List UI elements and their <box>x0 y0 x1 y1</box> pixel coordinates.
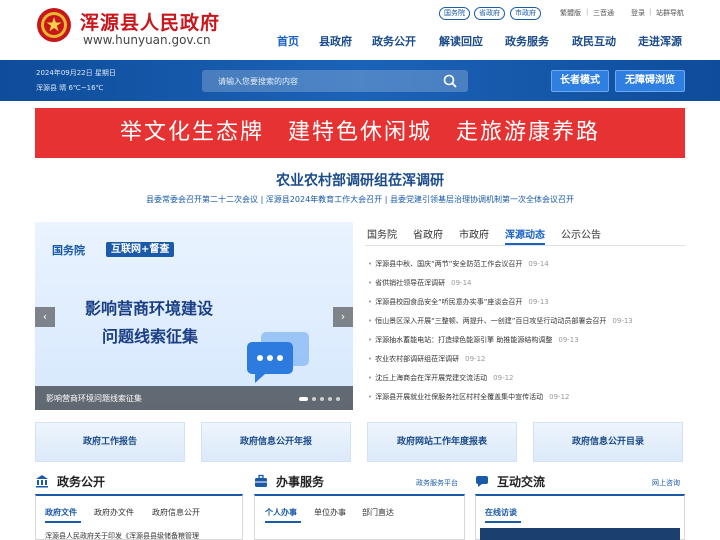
subtab-indicator <box>45 521 81 523</box>
news-item[interactable]: • 浑源县开展就业社保服务社区村村全覆盖集中宣传活动 09-12 <box>368 392 569 402</box>
carousel-tag-internet-inspection: 互联网+督查 <box>106 242 175 257</box>
slogan-text: 举文化生态牌 建特色休闲城 走旅游康养路 <box>119 120 600 145</box>
site-title[interactable]: 浑源县人民政府 <box>80 8 220 35</box>
news-item[interactable]: • 省供销社领导莅浑调研 09-14 <box>368 278 471 288</box>
interview-thumbnail[interactable] <box>480 528 680 540</box>
carousel-dot[interactable] <box>336 397 340 401</box>
search-input[interactable] <box>218 70 438 92</box>
nav-county-gov[interactable]: 县政府 <box>319 33 352 49</box>
news-tab-province[interactable]: 省政府 <box>413 226 443 241</box>
search-icon[interactable] <box>440 72 460 90</box>
active-tab-indicator <box>505 243 545 245</box>
news-item[interactable]: • 浑源县校园食品安全“听民意办实事”座谈会召开 09-13 <box>368 297 549 307</box>
carousel-next-button[interactable]: › <box>333 307 353 327</box>
carousel-dot[interactable] <box>328 397 332 401</box>
utility-separator: | <box>649 8 652 16</box>
section-title-services: 办事服务 <box>276 475 325 489</box>
gov-service-platform-link[interactable]: 政务服务平台 <box>416 478 458 488</box>
weather-info: 浑源县 晴 6℃~16℃ <box>36 84 104 92</box>
utility-separator: | <box>586 8 589 16</box>
nav-services[interactable]: 政务服务 <box>505 33 549 49</box>
audio-reader-link[interactable]: 三音通 <box>593 8 614 18</box>
subtab-indicator <box>485 521 521 523</box>
website-annual-report-button[interactable]: 政府网站工作年度报表 <box>367 422 517 462</box>
carousel-dot[interactable] <box>320 397 324 401</box>
gov-open-first-item[interactable]: 浑源县人民政府关于印发《浑源县县级储备粮管理 <box>45 531 199 540</box>
news-item[interactable]: • 农业农村部调研组莅浑调研 09-12 <box>368 354 485 364</box>
subtab-department-direct[interactable]: 部门直达 <box>362 507 394 518</box>
nav-interpretation[interactable]: 解读回应 <box>439 33 483 49</box>
gov-work-report-button[interactable]: 政府工作报告 <box>35 422 185 462</box>
top-link-state-council[interactable]: 国务院 <box>439 7 470 20</box>
carousel-prev-button[interactable]: ‹ <box>35 307 55 327</box>
online-consult-link[interactable]: 网上咨询 <box>652 478 680 488</box>
news-item[interactable]: • 沈丘上海商会在浑开展党建交流活动 09-12 <box>368 373 513 383</box>
tabs-divider <box>365 245 685 246</box>
site-group-nav-link[interactable]: 站群导航 <box>656 8 684 18</box>
national-emblem-icon <box>37 8 71 42</box>
accessible-browse-button[interactable]: 无障碍浏览 <box>615 70 685 92</box>
news-tab-state-council[interactable]: 国务院 <box>367 226 397 241</box>
section-title-gov-open: 政务公开 <box>57 475 106 489</box>
nav-about-hunyuan[interactable]: 走进浑源 <box>638 33 682 49</box>
nav-home[interactable]: 首页 <box>277 33 299 49</box>
site-domain: www.hunyuan.gov.cn <box>83 33 211 47</box>
nav-gov-affairs[interactable]: 政务公开 <box>372 33 416 49</box>
nav-interaction[interactable]: 政民互动 <box>572 33 616 49</box>
subtab-info-disclosure[interactable]: 政府信息公开 <box>152 507 200 518</box>
news-tab-hunyuan[interactable]: 浑源动态 <box>505 226 545 241</box>
subtab-indicator <box>265 521 301 523</box>
subtab-office-documents[interactable]: 政府办文件 <box>94 507 134 518</box>
carousel-tag-state-council: 国务院 <box>52 244 85 257</box>
carousel-title-line2: 问题线索征集 <box>102 327 199 346</box>
top-link-city[interactable]: 市政府 <box>510 7 541 20</box>
traditional-chinese-link[interactable]: 繁體版 <box>560 8 581 18</box>
carousel-title-line1: 影响营商环境建设 <box>85 299 214 318</box>
carousel-dot-active[interactable] <box>299 397 308 401</box>
info-disclosure-catalog-button[interactable]: 政府信息公开目录 <box>533 422 683 462</box>
current-date: 2024年09月22日 星期日 <box>36 69 116 77</box>
headline-subline[interactable]: 县委常委会召开第二十二次会议 | 浑源县2024年教育工作大会召开 | 县委党建… <box>0 194 720 205</box>
carousel-caption[interactable]: 影响营商环境问题线索征集 <box>46 393 142 404</box>
gov-building-icon <box>36 475 48 488</box>
section-title-interaction: 互动交流 <box>497 475 546 489</box>
carousel-dot[interactable] <box>312 397 316 401</box>
news-item[interactable]: • 浑源抽水蓄能电站：打造绿色能源引擎 助推能源结构调整 09-13 <box>368 335 579 345</box>
login-link[interactable]: 登录 <box>631 8 645 18</box>
subtab-online-interview[interactable]: 在线访谈 <box>485 507 517 518</box>
top-link-province[interactable]: 省政府 <box>474 7 505 20</box>
info-disclosure-annual-report-button[interactable]: 政府信息公开年报 <box>201 422 351 462</box>
news-item[interactable]: • 浑源县中秋、国庆“两节”安全防范工作会议召开 09-14 <box>368 259 549 269</box>
subtab-gov-documents[interactable]: 政府文件 <box>45 507 77 518</box>
briefcase-icon <box>255 474 267 487</box>
chat-bubble-icon <box>247 332 309 383</box>
news-tab-city[interactable]: 市政府 <box>459 226 489 241</box>
chat-icon <box>476 476 488 487</box>
news-tab-notices[interactable]: 公示公告 <box>561 226 601 241</box>
subtab-corporate-affairs[interactable]: 单位办事 <box>314 507 346 518</box>
elder-mode-button[interactable]: 长者模式 <box>551 70 609 92</box>
headline-title[interactable]: 农业农村部调研组莅浑调研 <box>0 170 720 190</box>
subtab-personal-affairs[interactable]: 个人办事 <box>265 507 297 518</box>
news-item[interactable]: • 恒山景区深入开展“三整顿、两提升、一创建”百日攻坚行动动员部署会召开 09-13 <box>368 316 633 326</box>
